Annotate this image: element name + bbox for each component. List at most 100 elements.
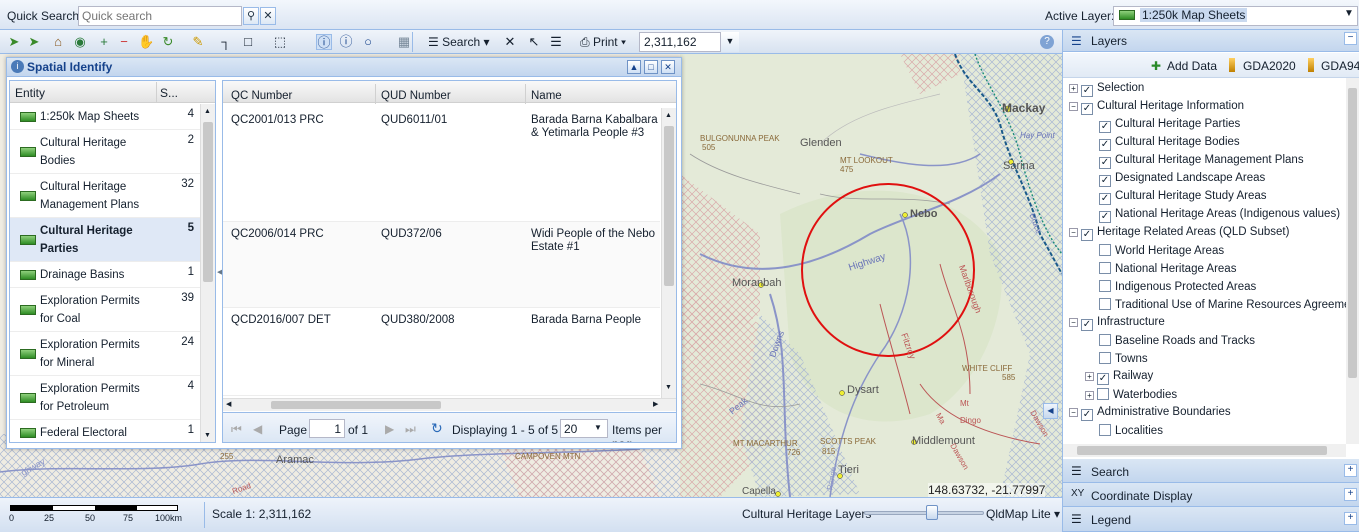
column-header-qud[interactable]: QUD Number (381, 90, 451, 102)
entity-row[interactable]: Exploration Permits for Petroleum 4 (10, 376, 200, 420)
zoom-out-icon[interactable]: − (116, 34, 132, 50)
checkbox[interactable]: ✓ (1099, 139, 1111, 151)
checkbox[interactable]: ✓ (1099, 211, 1111, 223)
scroll-thumb[interactable] (664, 126, 674, 286)
clear-selection-icon[interactable]: ✕ (502, 34, 518, 50)
result-row[interactable]: QC2006/014 PRC QUD372/06 Widi People of … (223, 222, 660, 308)
checkbox[interactable]: ✓ (1099, 157, 1111, 169)
tree-node-cultural-heritage-study-areas[interactable]: ✓ Cultural Heritage Study Areas (1099, 190, 1267, 205)
scroll-down-icon[interactable]: ▼ (665, 384, 672, 391)
checkbox[interactable]: ✓ (1099, 121, 1111, 133)
collapse-icon[interactable]: − (1069, 228, 1078, 237)
checkbox[interactable]: ✓ (1081, 319, 1093, 331)
pencil-icon[interactable]: ✎ (190, 34, 206, 50)
maximize-icon[interactable]: □ (644, 60, 658, 74)
back-icon[interactable]: ➤ (6, 34, 22, 50)
gda2020-button[interactable]: GDA2020 (1243, 59, 1296, 73)
entity-row[interactable]: Drainage Basins 1 (10, 262, 200, 288)
select-arrow-icon[interactable]: ↖ (526, 34, 542, 50)
entity-row[interactable]: Exploration Permits for Mineral 24 (10, 332, 200, 376)
callout-icon[interactable]: ○ (360, 34, 376, 50)
tree-node-cultural-heritage-parties[interactable]: ✓ Cultural Heritage Parties (1099, 118, 1240, 133)
add-data-button[interactable]: Add Data (1167, 59, 1217, 73)
gda94-button[interactable]: GDA94 (1321, 59, 1359, 73)
tree-node-indigenous-protected-areas[interactable]: Indigenous Protected Areas (1099, 280, 1256, 293)
checkbox[interactable]: ✓ (1081, 85, 1093, 97)
tree-node-marine-resources-agreement[interactable]: Traditional Use of Marine Resources Agre… (1099, 298, 1359, 311)
vertical-scrollbar[interactable]: ▲ ▼ (200, 104, 215, 442)
entity-row[interactable]: Exploration Permits for Coal 39 (10, 288, 200, 332)
opacity-slider-thumb[interactable] (926, 505, 938, 520)
column-header-count[interactable]: S... (160, 86, 178, 100)
checkbox[interactable]: ✓ (1097, 373, 1109, 385)
entity-row[interactable]: Cultural Heritage Bodies 2 (10, 130, 200, 174)
tree-node-waterbodies[interactable]: + Waterbodies (1085, 388, 1177, 401)
tree-node-localities[interactable]: Localities (1099, 424, 1163, 437)
forward-icon[interactable]: ➤ (26, 34, 42, 50)
scroll-left-icon[interactable]: ◀ (226, 400, 231, 408)
collapse-icon[interactable]: − (1069, 102, 1078, 111)
entity-row[interactable]: Federal Electoral 1 (10, 420, 200, 442)
vertical-scrollbar[interactable] (1346, 78, 1359, 444)
tree-node-national-heritage-indigenous[interactable]: ✓ National Heritage Areas (Indigenous val… (1099, 208, 1340, 223)
checkbox[interactable]: ✓ (1081, 229, 1093, 241)
clear-icon[interactable]: ✕ (260, 7, 276, 25)
tree-node-baseline-roads[interactable]: Baseline Roads and Tracks (1099, 334, 1255, 347)
expand-icon[interactable]: + (1344, 464, 1357, 477)
tree-node-cultural-heritage-information[interactable]: − ✓ Cultural Heritage Information (1069, 100, 1244, 115)
tree-node-administrative-boundaries[interactable]: − ✓ Administrative Boundaries (1069, 406, 1231, 421)
layers-stack-icon[interactable]: ☰ (548, 34, 564, 50)
tree-node-railway[interactable]: + ✓ Railway (1085, 370, 1153, 385)
result-row[interactable]: QC2001/013 PRC QUD6011/01 Barada Barna K… (223, 108, 660, 222)
expand-icon[interactable]: + (1344, 512, 1357, 525)
scroll-thumb[interactable] (1077, 446, 1327, 455)
checkbox[interactable] (1099, 298, 1111, 310)
column-header-name[interactable]: Name (531, 90, 562, 102)
tree-node-infrastructure[interactable]: − ✓ Infrastructure (1069, 316, 1165, 331)
full-extent-icon[interactable]: ◉ (72, 34, 88, 50)
checkbox[interactable] (1099, 352, 1111, 364)
checkbox[interactable] (1099, 244, 1111, 256)
scroll-right-icon[interactable]: ▶ (653, 400, 658, 408)
entity-row[interactable]: 1:250k Map Sheets 4 (10, 104, 200, 130)
measure-icon[interactable]: ┐ (218, 34, 234, 50)
column-header-entity[interactable]: Entity (15, 86, 45, 100)
measure-area-icon[interactable]: □ (240, 34, 256, 50)
pan-icon[interactable]: ✋ (138, 34, 154, 50)
expand-icon[interactable]: + (1085, 391, 1094, 400)
next-page-icon[interactable]: ▶ (385, 422, 394, 436)
grid-icon[interactable]: ▦ (396, 34, 412, 50)
close-icon[interactable]: ✕ (661, 60, 675, 74)
entity-row[interactable]: Cultural Heritage Management Plans 32 (10, 174, 200, 218)
prev-page-icon[interactable]: ◀ (253, 422, 262, 436)
horizontal-scrollbar[interactable] (1063, 444, 1346, 457)
last-page-icon[interactable]: ⏭ (405, 422, 416, 437)
scroll-thumb[interactable] (271, 401, 441, 409)
select-box-icon[interactable]: ⬚ (272, 34, 288, 50)
tree-node-designated-landscape-areas[interactable]: ✓ Designated Landscape Areas (1099, 172, 1265, 187)
collapse-icon[interactable]: ▲ (627, 60, 641, 74)
chevron-down-icon[interactable]: ▼ (594, 423, 602, 432)
page-input[interactable]: 1 (309, 419, 345, 438)
opacity-slider-track[interactable] (864, 511, 984, 515)
chevron-down-icon[interactable]: ▼ (720, 32, 739, 52)
tree-node-cultural-heritage-management-plans[interactable]: ✓ Cultural Heritage Management Plans (1099, 154, 1304, 169)
quick-search-input[interactable] (78, 6, 242, 26)
tree-node-national-heritage-areas[interactable]: National Heritage Areas (1099, 262, 1236, 275)
entity-row-selected[interactable]: Cultural Heritage Parties 5 (10, 218, 200, 262)
basemap-menu-button[interactable]: QldMap Lite ▾ (986, 507, 1060, 521)
zoom-in-icon[interactable]: + (96, 34, 112, 50)
checkbox[interactable] (1099, 424, 1111, 436)
checkbox[interactable]: ✓ (1081, 103, 1093, 115)
checkbox[interactable] (1099, 280, 1111, 292)
expand-icon[interactable]: + (1069, 84, 1078, 93)
column-header-qc[interactable]: QC Number (231, 90, 292, 102)
info-icon[interactable]: ⓘ (338, 34, 354, 50)
collapse-icon[interactable]: − (1069, 318, 1078, 327)
identify-icon[interactable]: ⓘ (316, 34, 332, 50)
scroll-up-icon[interactable]: ▲ (665, 112, 672, 119)
chevron-down-icon[interactable]: ▼ (1344, 8, 1354, 19)
tree-node-selection[interactable]: + ✓ Selection (1069, 82, 1144, 97)
collapse-icon[interactable]: − (1069, 408, 1078, 417)
checkbox[interactable] (1099, 262, 1111, 274)
